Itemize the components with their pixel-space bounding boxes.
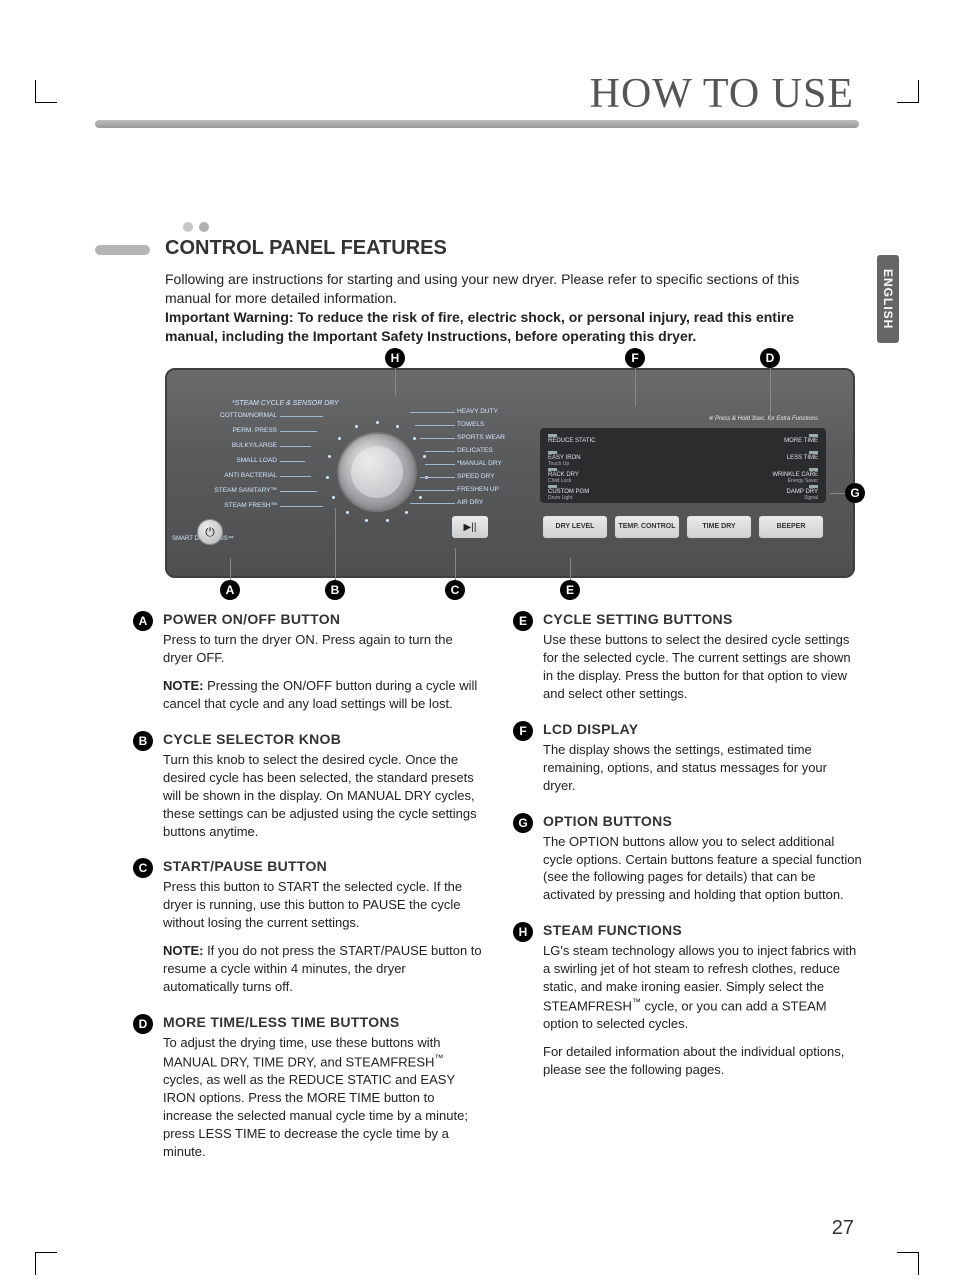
lcd-option[interactable]: RACK DRYChild Lock	[548, 468, 579, 484]
play-pause-icon: ▶||	[464, 522, 477, 533]
cycle-label-left: STEAM SANITARY™	[182, 487, 277, 494]
lcd-option[interactable]: MORE TIME	[784, 434, 818, 444]
cycle-label-right: HEAVY DUTY	[457, 408, 498, 415]
section-lead-bar	[95, 245, 150, 255]
feature-badge: G	[513, 813, 533, 833]
cycle-selector-knob[interactable]	[337, 432, 417, 512]
lcd-option[interactable]: LESS TIME	[787, 451, 818, 461]
feature-F: F LCD DISPLAY The display shows the settin…	[513, 721, 863, 795]
feature-text: For detailed information about the indiv…	[543, 1043, 863, 1079]
feature-G: G OPTION BUTTONS The OPTION buttons allow …	[513, 813, 863, 905]
feature-text: The display shows the settings, estimate…	[543, 741, 863, 795]
feature-text: Press to turn the dryer ON. Press again …	[163, 631, 483, 667]
callout-F: F	[625, 348, 645, 368]
feature-title: LCD DISPLAY	[543, 721, 863, 737]
cycle-setting-button[interactable]: DRY LEVEL	[543, 516, 607, 538]
feature-title: POWER ON/OFF BUTTON	[163, 611, 483, 627]
panel-body: *STEAM CYCLE & SENSOR DRY COTTON/NORMAL P…	[165, 368, 855, 578]
decorative-dots	[183, 222, 209, 232]
lcd-display: REDUCE STATIC EASY IRONTouch UpRACK DRYCh…	[540, 428, 826, 503]
steam-header: *STEAM CYCLE & SENSOR DRY	[232, 400, 339, 407]
callout-A: A	[220, 580, 240, 600]
feature-title: START/PAUSE BUTTON	[163, 858, 483, 874]
cycle-label-left: STEAM FRESH™	[182, 502, 277, 509]
lcd-option[interactable]: EASY IRONTouch Up	[548, 451, 581, 467]
feature-H: H STEAM FUNCTIONS LG's steam technology al…	[513, 922, 863, 1079]
feature-badge: F	[513, 721, 533, 741]
lcd-option[interactable]: WRINKLE CAREEnergy Saver	[772, 468, 818, 484]
feature-text: NOTE: Pressing the ON/OFF button during …	[163, 677, 483, 713]
cycle-label-left: SMALL LOAD	[182, 457, 277, 464]
control-panel-figure: H F D A B C E G *STEAM CYCLE & SENSOR DR…	[165, 348, 855, 603]
feature-title: MORE TIME/LESS TIME BUTTONS	[163, 1014, 483, 1030]
section-heading: CONTROL PANEL FEATURES	[165, 237, 447, 260]
lcd-option[interactable]: REDUCE STATIC	[548, 434, 595, 444]
feature-badge: C	[133, 858, 153, 878]
feature-badge: H	[513, 922, 533, 942]
feature-title: CYCLE SETTING BUTTONS	[543, 611, 863, 627]
cycle-label-right: *MANUAL DRY	[457, 460, 502, 467]
feature-badge: E	[513, 611, 533, 631]
feature-text: LG's steam technology allows you to inje…	[543, 942, 863, 1033]
feature-C: C START/PAUSE BUTTON Press this button to …	[133, 858, 483, 996]
callout-G: G	[845, 483, 865, 503]
warning-text: Important Warning: To reduce the risk of…	[165, 309, 794, 344]
cycle-label-right: SPORTS WEAR	[457, 434, 505, 441]
hold-note: ※ Press & Hold 3sec. for Extra Functions	[708, 415, 818, 422]
cycle-setting-button[interactable]: BEEPER	[759, 516, 823, 538]
feature-title: CYCLE SELECTOR KNOB	[163, 731, 483, 747]
cycle-label-left: ANTI BACTERIAL	[182, 472, 277, 479]
cycle-label-right: TOWELS	[457, 421, 484, 428]
feature-text: Turn this knob to select the desired cyc…	[163, 751, 483, 841]
callout-B: B	[325, 580, 345, 600]
feature-text: Press this button to START the selected …	[163, 878, 483, 932]
cycle-label-left: BULKY/LARGE	[182, 442, 277, 449]
cycle-label-right: DELICATES	[457, 447, 493, 454]
feature-title: STEAM FUNCTIONS	[543, 922, 863, 938]
feature-badge: B	[133, 731, 153, 751]
feature-badge: D	[133, 1014, 153, 1034]
intro-block: Following are instructions for starting …	[165, 270, 845, 346]
power-icon: ⏻	[205, 525, 215, 540]
page-title: HOW TO USE	[0, 70, 954, 118]
feature-text: NOTE: If you do not press the START/PAUS…	[163, 942, 483, 996]
lcd-option[interactable]: DAMP DRYSignal	[787, 485, 818, 501]
language-tab: ENGLISH	[877, 255, 899, 343]
feature-text: To adjust the drying time, use these but…	[163, 1034, 483, 1161]
page-number: 27	[832, 1217, 854, 1240]
feature-B: B CYCLE SELECTOR KNOB Turn this knob to se…	[133, 731, 483, 841]
cycle-label-right: SPEED DRY	[457, 473, 494, 480]
cycle-label-right: AIR DRY	[457, 499, 483, 506]
intro-text: Following are instructions for starting …	[165, 271, 799, 306]
cycle-setting-button[interactable]: TIME DRY	[687, 516, 751, 538]
feature-badge: A	[133, 611, 153, 631]
feature-A: A POWER ON/OFF BUTTON Press to turn the dr…	[133, 611, 483, 713]
feature-E: E CYCLE SETTING BUTTONS Use these buttons …	[513, 611, 863, 703]
feature-text: The OPTION buttons allow you to select a…	[543, 833, 863, 905]
start-pause-button[interactable]: ▶||	[452, 516, 488, 538]
cycle-label-left: COTTON/NORMAL	[182, 412, 277, 419]
callout-H: H	[385, 348, 405, 368]
callout-E: E	[560, 580, 580, 600]
title-underline	[95, 120, 859, 128]
callout-D: D	[760, 348, 780, 368]
feature-D: D MORE TIME/LESS TIME BUTTONS To adjust th…	[133, 1014, 483, 1161]
feature-title: OPTION BUTTONS	[543, 813, 863, 829]
cycle-setting-button[interactable]: TEMP. CONTROL	[615, 516, 679, 538]
cycle-label-right: FRESHEN UP	[457, 486, 499, 493]
cycle-label-left: PERM. PRESS	[182, 427, 277, 434]
lcd-option[interactable]: CUSTOM PGMDrum Light	[548, 485, 589, 501]
callout-C: C	[445, 580, 465, 600]
feature-text: Use these buttons to select the desired …	[543, 631, 863, 703]
power-button[interactable]: ⏻	[197, 519, 223, 545]
